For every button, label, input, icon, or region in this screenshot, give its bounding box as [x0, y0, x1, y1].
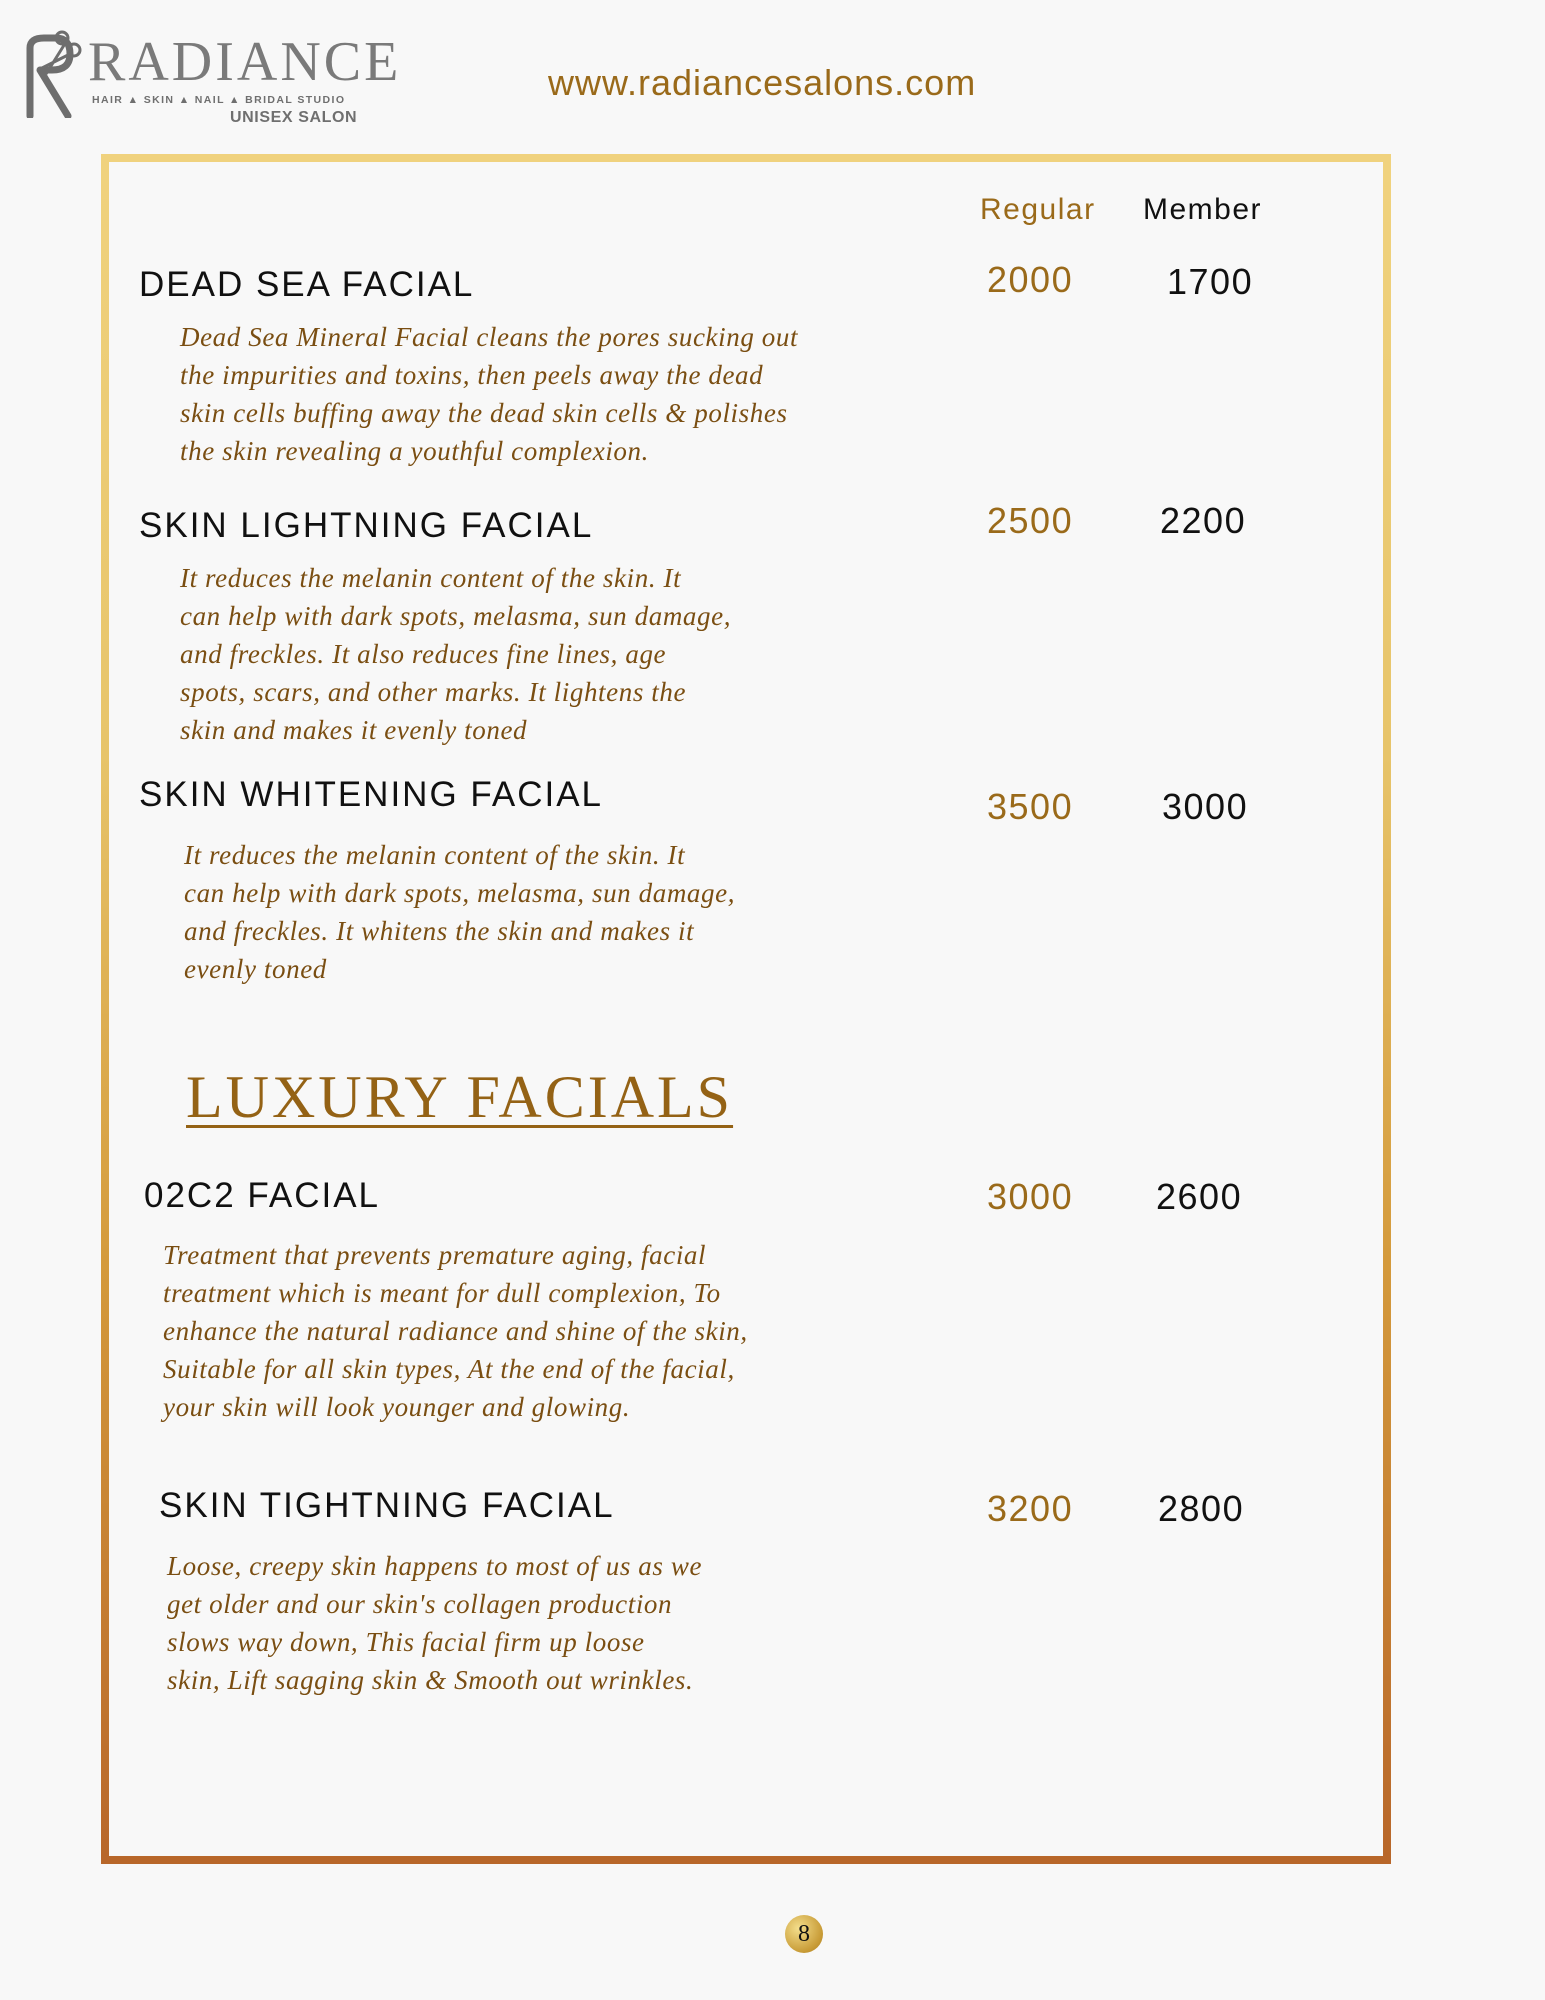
section-title-luxury: LUXURY FACIALS: [186, 1064, 734, 1130]
price-member: 2600: [1156, 1176, 1243, 1217]
service-name: SKIN WHITENING FACIAL: [139, 775, 603, 814]
brand-logo: RADIANCE HAIR ▲ SKIN ▲ NAIL ▲ BRIDAL STU…: [22, 26, 398, 132]
logo-subtitle: UNISEX SALON: [230, 109, 358, 126]
logo-tagline: HAIR ▲ SKIN ▲ NAIL ▲ BRIDAL STUDIO: [92, 94, 346, 106]
page-number-badge: 8: [785, 1915, 823, 1953]
service-name: 02C2 FACIAL: [144, 1176, 380, 1215]
website-link[interactable]: www.radiancesalons.com: [548, 62, 976, 104]
price-regular: 3000: [987, 1176, 1074, 1217]
service-description: Treatment that prevents premature aging,…: [163, 1240, 748, 1422]
service-name: SKIN LIGHTNING FACIAL: [139, 506, 594, 545]
price-member: 1700: [1167, 261, 1254, 302]
price-member: 3000: [1162, 786, 1249, 827]
column-header-member: Member: [1143, 193, 1263, 226]
service-description: Loose, creepy skin happens to most of us…: [167, 1551, 703, 1695]
service-name: SKIN TIGHTNING FACIAL: [159, 1486, 615, 1525]
service-name: DEAD SEA FACIAL: [139, 265, 475, 304]
price-regular: 2000: [987, 259, 1074, 300]
scissors-r-logo-icon: [26, 30, 82, 118]
price-regular: 3500: [987, 786, 1074, 827]
service-description: It reduces the melanin content of the sk…: [184, 840, 736, 984]
column-header-regular: Regular: [980, 193, 1096, 226]
service-description: It reduces the melanin content of the sk…: [180, 563, 732, 745]
price-regular: 2500: [987, 500, 1074, 541]
service-description: Dead Sea Mineral Facial cleans the pores…: [180, 322, 799, 466]
logo-wordmark: RADIANCE: [88, 31, 402, 93]
price-member: 2200: [1160, 500, 1247, 541]
price-regular: 3200: [987, 1488, 1074, 1529]
price-member: 2800: [1158, 1488, 1245, 1529]
